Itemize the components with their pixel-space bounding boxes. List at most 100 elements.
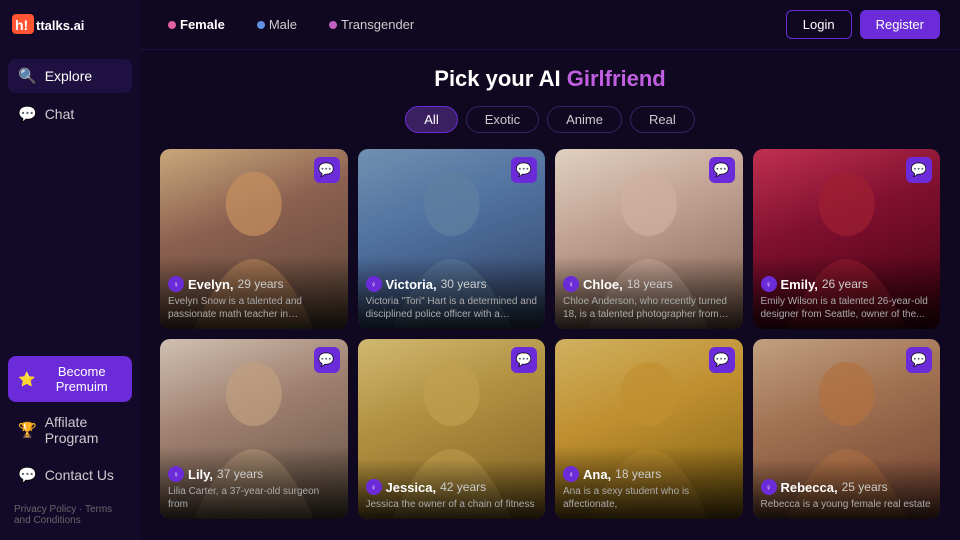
card-desc-6: Jessica the owner of a chain of fitness: [366, 498, 538, 511]
card-name-5: Lily,: [188, 467, 213, 482]
card-4[interactable]: 💬 ♀ Emily, 26 years Emily Wilson is a ta…: [753, 149, 941, 329]
card-name-line-7: ♀ Ana, 18 years: [563, 466, 735, 482]
card-chat-icon-8[interactable]: 💬: [906, 347, 932, 373]
card-desc-1: Evelyn Snow is a talented and passionate…: [168, 295, 340, 321]
privacy-text: Privacy Policy · Terms and Conditions: [8, 500, 132, 530]
sidebar: h! ttalks.ai 🔍 Explore 💬 Chat ⭐ Become P…: [0, 0, 140, 540]
cat-tab-real[interactable]: Real: [630, 106, 695, 133]
sidebar-bottom: ⭐ Become Premuim 🏆 Affilate Program 💬 Co…: [8, 356, 132, 530]
card-age-1: 29 years: [238, 277, 284, 291]
page-title: Pick your AI Girlfriend: [160, 66, 940, 92]
sidebar-item-affiliate-label: Affilate Program: [45, 414, 122, 446]
card-age-6: 42 years: [440, 480, 486, 494]
cat-tab-exotic[interactable]: Exotic: [466, 106, 539, 133]
card-avatar-dot-8: ♀: [761, 479, 777, 495]
card-chat-icon-2[interactable]: 💬: [511, 157, 537, 183]
become-premium-button[interactable]: ⭐ Become Premuim: [8, 356, 132, 402]
card-1[interactable]: 💬 ♀ Evelyn, 29 years Evelyn Snow is a ta…: [160, 149, 348, 329]
card-name-line-8: ♀ Rebecca, 25 years: [761, 479, 933, 495]
logo: h! ttalks.ai: [8, 10, 132, 43]
card-info-2: ♀ Victoria, 30 years Victoria "Tori" Har…: [358, 256, 546, 329]
gender-female-button[interactable]: Female: [160, 13, 233, 36]
login-button[interactable]: Login: [786, 10, 852, 39]
card-info-6: ♀ Jessica, 42 years Jessica the owner of…: [358, 459, 546, 519]
card-chat-icon-5[interactable]: 💬: [314, 347, 340, 373]
card-info-4: ♀ Emily, 26 years Emily Wilson is a tale…: [753, 256, 941, 329]
cat-tab-all[interactable]: All: [405, 106, 457, 133]
card-info-8: ♀ Rebecca, 25 years Rebecca is a young f…: [753, 459, 941, 519]
card-2[interactable]: 💬 ♀ Victoria, 30 years Victoria "Tori" H…: [358, 149, 546, 329]
card-5[interactable]: 💬 ♀ Lily, 37 years Lilia Carter, a 37-ye…: [160, 339, 348, 519]
become-premium-label: Become Premuim: [41, 364, 122, 394]
card-chat-icon-3[interactable]: 💬: [709, 157, 735, 183]
sidebar-item-chat-label: Chat: [45, 106, 75, 122]
card-6[interactable]: 💬 ♀ Jessica, 42 years Jessica the owner …: [358, 339, 546, 519]
card-desc-2: Victoria "Tori" Hart is a determined and…: [366, 295, 538, 321]
card-7[interactable]: 💬 ♀ Ana, 18 years Ana is a sexy student …: [555, 339, 743, 519]
card-avatar-dot-7: ♀: [563, 466, 579, 482]
card-age-8: 25 years: [842, 480, 888, 494]
sidebar-item-contact[interactable]: 💬 Contact Us: [8, 458, 132, 492]
sidebar-item-explore[interactable]: 🔍 Explore: [8, 59, 132, 93]
chat-icon: 💬: [18, 105, 37, 123]
card-avatar-dot-1: ♀: [168, 276, 184, 292]
female-dot: [168, 21, 176, 29]
auth-buttons: Login Register: [786, 10, 940, 39]
card-desc-4: Emily Wilson is a talented 26-year-old d…: [761, 295, 933, 321]
card-desc-7: Ana is a sexy student who is affectionat…: [563, 485, 735, 511]
card-name-line-1: ♀ Evelyn, 29 years: [168, 276, 340, 292]
gender-male-button[interactable]: Male: [249, 13, 305, 36]
card-chat-icon-7[interactable]: 💬: [709, 347, 735, 373]
card-name-line-3: ♀ Chloe, 18 years: [563, 276, 735, 292]
sidebar-item-affiliate[interactable]: 🏆 Affilate Program: [8, 406, 132, 454]
card-desc-3: Chloe Anderson, who recently turned 18, …: [563, 295, 735, 321]
gender-filter: Female Male Transgender: [160, 13, 766, 36]
card-age-5: 37 years: [217, 467, 263, 481]
contact-icon: 💬: [18, 466, 37, 484]
trans-dot: [329, 21, 337, 29]
card-desc-5: Lilia Carter, a 37-year-old surgeon from: [168, 485, 340, 511]
sidebar-item-chat[interactable]: 💬 Chat: [8, 97, 132, 131]
card-info-3: ♀ Chloe, 18 years Chloe Anderson, who re…: [555, 256, 743, 329]
sidebar-item-explore-label: Explore: [45, 68, 92, 84]
svg-text:h!: h!: [15, 17, 28, 33]
card-info-7: ♀ Ana, 18 years Ana is a sexy student wh…: [555, 446, 743, 519]
card-name-2: Victoria,: [386, 277, 437, 292]
card-name-7: Ana,: [583, 467, 611, 482]
cards-grid: 💬 ♀ Evelyn, 29 years Evelyn Snow is a ta…: [160, 149, 940, 519]
card-age-3: 18 years: [627, 277, 673, 291]
register-button[interactable]: Register: [860, 10, 940, 39]
card-chat-icon-4[interactable]: 💬: [906, 157, 932, 183]
card-name-line-5: ♀ Lily, 37 years: [168, 466, 340, 482]
explore-icon: 🔍: [18, 67, 37, 85]
premium-icon: ⭐: [18, 371, 35, 388]
card-8[interactable]: 💬 ♀ Rebecca, 25 years Rebecca is a young…: [753, 339, 941, 519]
card-name-3: Chloe,: [583, 277, 623, 292]
card-age-2: 30 years: [441, 277, 487, 291]
card-name-line-6: ♀ Jessica, 42 years: [366, 479, 538, 495]
card-chat-icon-6[interactable]: 💬: [511, 347, 537, 373]
card-info-5: ♀ Lily, 37 years Lilia Carter, a 37-year…: [160, 446, 348, 519]
card-name-line-4: ♀ Emily, 26 years: [761, 276, 933, 292]
card-avatar-dot-6: ♀: [366, 479, 382, 495]
svg-text:ttalks.ai: ttalks.ai: [36, 18, 84, 33]
cat-tab-anime[interactable]: Anime: [547, 106, 622, 133]
card-desc-8: Rebecca is a young female real estate: [761, 498, 933, 511]
card-name-8: Rebecca,: [781, 480, 838, 495]
card-age-4: 26 years: [822, 277, 868, 291]
affiliate-icon: 🏆: [18, 421, 37, 439]
card-3[interactable]: 💬 ♀ Chloe, 18 years Chloe Anderson, who …: [555, 149, 743, 329]
card-info-1: ♀ Evelyn, 29 years Evelyn Snow is a tale…: [160, 256, 348, 329]
sidebar-item-contact-label: Contact Us: [45, 467, 114, 483]
content-area: Pick your AI Girlfriend All Exotic Anime…: [140, 50, 960, 540]
card-avatar-dot-5: ♀: [168, 466, 184, 482]
main-content: Female Male Transgender Login Register P…: [140, 0, 960, 540]
gender-trans-button[interactable]: Transgender: [321, 13, 422, 36]
card-name-4: Emily,: [781, 277, 818, 292]
card-avatar-dot-2: ♀: [366, 276, 382, 292]
card-name-6: Jessica,: [386, 480, 437, 495]
top-nav: Female Male Transgender Login Register: [140, 0, 960, 50]
card-name-line-2: ♀ Victoria, 30 years: [366, 276, 538, 292]
card-chat-icon-1[interactable]: 💬: [314, 157, 340, 183]
category-tabs: All Exotic Anime Real: [160, 106, 940, 133]
